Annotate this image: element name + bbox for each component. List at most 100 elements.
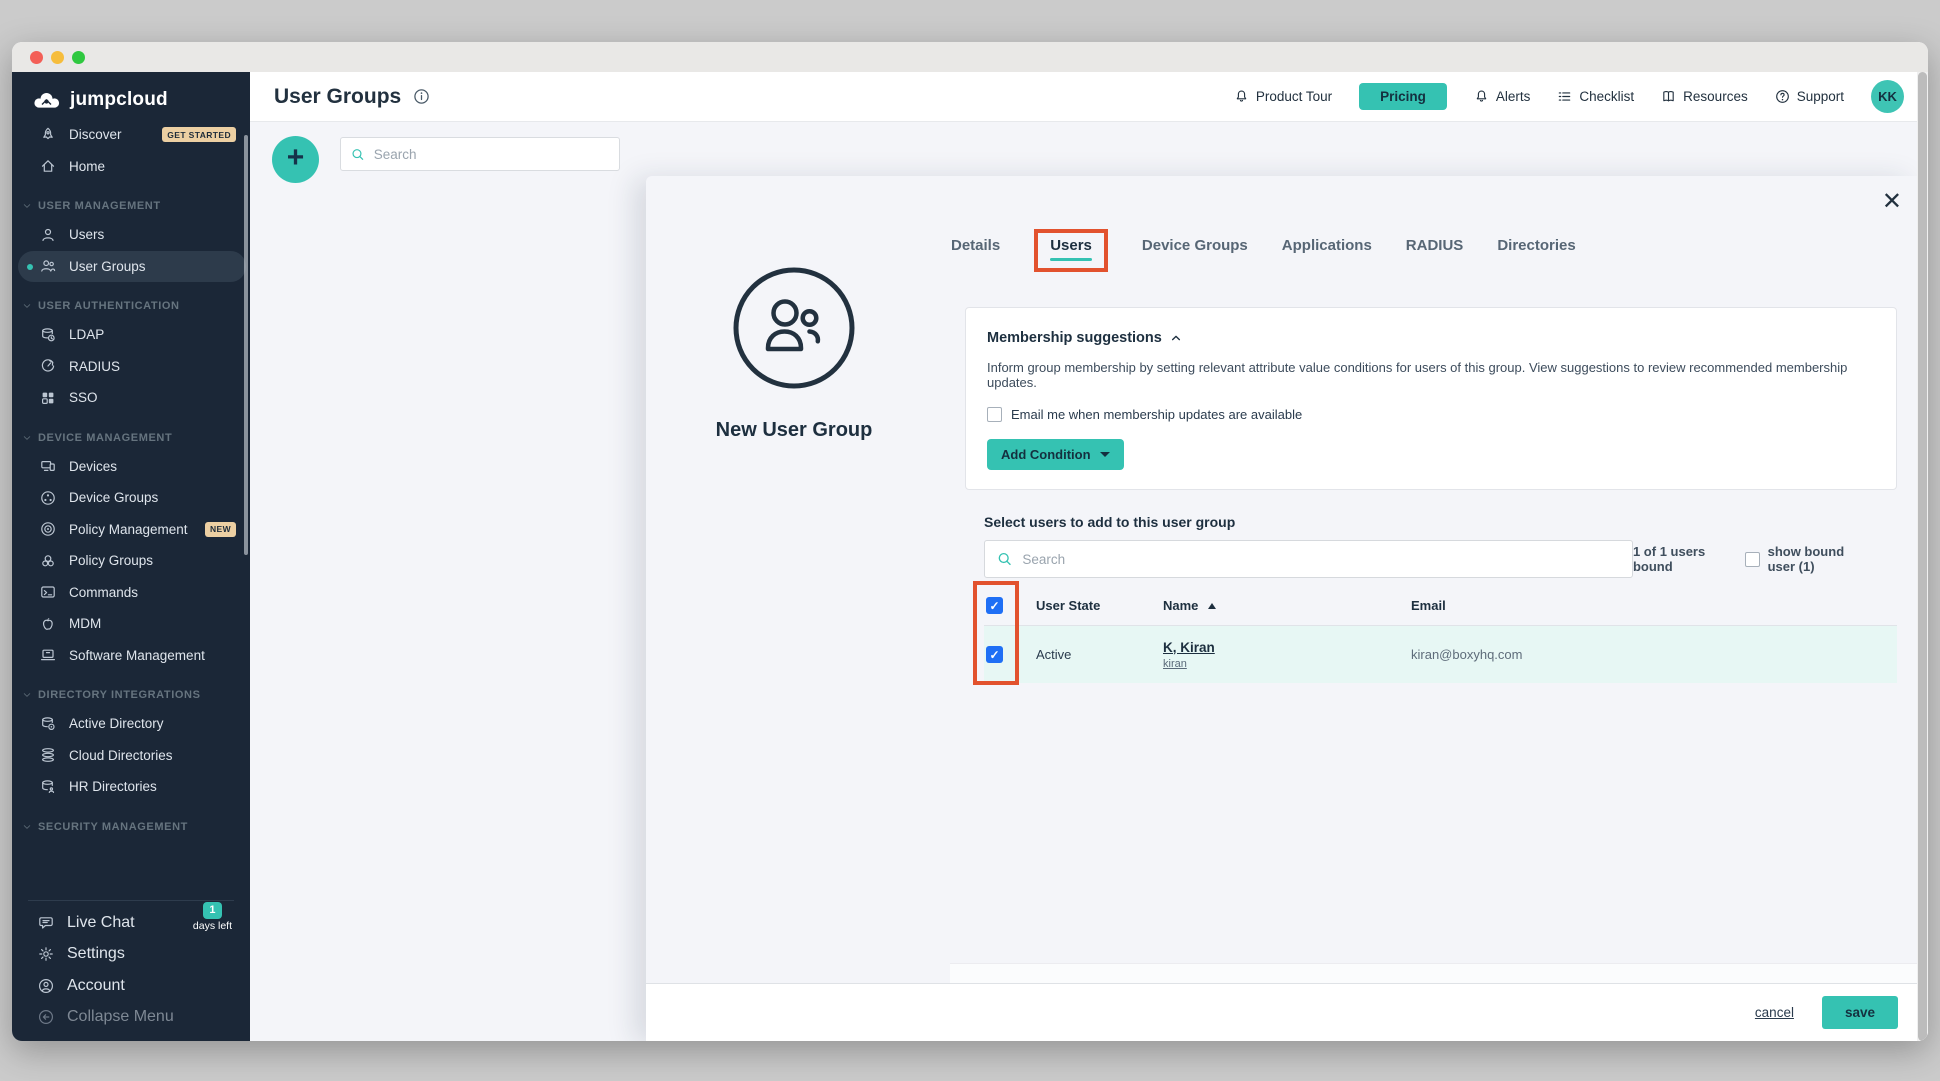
sidebar-item-mdm[interactable]: MDM <box>18 608 246 640</box>
chevron-up-icon <box>1170 332 1182 344</box>
sidebar-item-users[interactable]: Users <box>18 219 246 251</box>
sidebar-bottom: Live Chat1days leftSettingsAccountCollap… <box>16 894 246 1033</box>
sidebar-item-ldap[interactable]: LDAP <box>18 319 246 351</box>
close-icon[interactable]: ✕ <box>1882 190 1902 214</box>
user-group-icon <box>731 265 857 391</box>
email-updates-checkbox[interactable] <box>987 407 1002 422</box>
support-button[interactable]: Support <box>1775 89 1844 104</box>
sidebar-item-label: Policy Management <box>69 522 188 537</box>
tab-device-groups[interactable]: Device Groups <box>1142 229 1248 254</box>
row-checkbox[interactable]: ✓ <box>986 646 1003 663</box>
sidebar-item-active-directory[interactable]: Active Directory <box>18 708 246 740</box>
sidebar-section-device-management[interactable]: DEVICE MANAGEMENT <box>18 428 246 448</box>
table-row[interactable]: ✓ActiveK, Kirankirankiran@boxyhq.com <box>984 626 1897 683</box>
cancel-button[interactable]: cancel <box>1755 1005 1794 1020</box>
sidebar-item-policy-management[interactable]: Policy ManagementNEW <box>18 514 246 546</box>
active-directory-icon <box>40 716 56 732</box>
pricing-button[interactable]: Pricing <box>1359 83 1447 110</box>
sidebar-item-collapse-menu[interactable]: Collapse Menu <box>16 1002 246 1034</box>
tab-radius[interactable]: RADIUS <box>1406 229 1464 254</box>
user-name-link[interactable]: K, Kiran <box>1163 640 1215 655</box>
add-condition-button[interactable]: Add Condition <box>987 439 1124 470</box>
sidebar-item-home[interactable]: Home <box>18 151 246 183</box>
zoom-window-icon[interactable] <box>72 51 85 64</box>
column-header-user-state[interactable]: User State <box>1036 598 1163 613</box>
add-condition-label: Add Condition <box>1001 447 1091 462</box>
tab-applications[interactable]: Applications <box>1282 229 1372 254</box>
sidebar-item-user-groups[interactable]: User Groups <box>18 251 246 283</box>
screen: jumpcloud DiscoverGET STARTEDHome USER MA… <box>0 0 1940 1081</box>
sidebar-item-cloud-directories[interactable]: Cloud Directories <box>18 740 246 772</box>
sidebar-item-radius[interactable]: RADIUS <box>18 351 246 383</box>
product-tour-button[interactable]: Product Tour <box>1234 89 1332 104</box>
tab-directories[interactable]: Directories <box>1497 229 1575 254</box>
devices-icon <box>40 458 56 474</box>
device-groups-icon <box>40 490 56 506</box>
chat-icon <box>38 915 54 931</box>
sidebar-item-label: Software Management <box>69 648 205 663</box>
sidebar-item-account[interactable]: Account <box>16 970 246 1002</box>
discover-icon <box>40 127 56 143</box>
sidebar-item-sso[interactable]: SSO <box>18 382 246 414</box>
column-header-email[interactable]: Email <box>1411 598 1897 613</box>
close-window-icon[interactable] <box>30 51 43 64</box>
sidebar-item-device-groups[interactable]: Device Groups <box>18 482 246 514</box>
resources-button[interactable]: Resources <box>1661 89 1748 104</box>
gear-icon <box>38 946 54 962</box>
page-title: User Groups <box>274 85 401 109</box>
chevron-down-icon <box>22 301 32 311</box>
sidebar-item-label: User Groups <box>69 259 146 274</box>
membership-suggestions-toggle[interactable]: Membership suggestions <box>987 330 1875 346</box>
policy-groups-icon <box>40 553 56 569</box>
alerts-label: Alerts <box>1496 89 1531 104</box>
new-user-group-panel: ✕ New User Group DetailsUsersDe <box>646 176 1918 1041</box>
sidebar-section-security-management[interactable]: SECURITY MANAGEMENT <box>18 817 246 837</box>
save-button[interactable]: save <box>1822 996 1898 1029</box>
sidebar-scrollbar[interactable] <box>244 135 248 555</box>
support-label: Support <box>1797 89 1844 104</box>
sidebar-item-label: SSO <box>69 390 98 405</box>
alerts-button[interactable]: Alerts <box>1474 89 1531 104</box>
sidebar-item-devices[interactable]: Devices <box>18 451 246 483</box>
panel-content-bottom <box>950 963 1918 983</box>
tab-details[interactable]: Details <box>951 229 1000 254</box>
panel-footer: cancel save <box>646 983 1918 1041</box>
page-scrollbar[interactable] <box>1917 72 1928 1041</box>
chevron-down-icon <box>22 201 32 211</box>
sidebar-item-label: HR Directories <box>69 779 157 794</box>
user-avatar[interactable]: KK <box>1871 80 1904 113</box>
sidebar-item-settings[interactable]: Settings <box>16 939 246 971</box>
users-search-input[interactable] <box>1022 552 1620 567</box>
sidebar-item-policy-groups[interactable]: Policy Groups <box>18 545 246 577</box>
sidebar-section-directory-integrations[interactable]: DIRECTORY INTEGRATIONS <box>18 685 246 705</box>
scrollbar-thumb[interactable] <box>1918 72 1927 1041</box>
column-header-name[interactable]: Name <box>1163 598 1411 613</box>
users-search-box <box>984 540 1633 578</box>
sidebar-item-discover[interactable]: DiscoverGET STARTED <box>18 119 246 151</box>
info-icon[interactable] <box>413 88 430 105</box>
row-checkbox[interactable]: ✓ <box>986 597 1003 614</box>
add-user-group-button[interactable]: + <box>272 136 319 183</box>
page-search-input[interactable] <box>374 147 609 162</box>
user-groups-icon <box>40 258 56 274</box>
sidebar: jumpcloud DiscoverGET STARTEDHome USER MA… <box>12 72 250 1041</box>
minimize-window-icon[interactable] <box>51 51 64 64</box>
jumpcloud-logo[interactable]: jumpcloud <box>12 72 250 115</box>
sidebar-item-commands[interactable]: Commands <box>18 577 246 609</box>
sidebar-item-label: Cloud Directories <box>69 748 173 763</box>
show-bound-user-toggle[interactable]: show bound user (1) <box>1745 544 1861 574</box>
tab-users[interactable]: Users <box>1050 237 1092 261</box>
show-bound-user-checkbox[interactable] <box>1745 552 1760 567</box>
sidebar-nav: DiscoverGET STARTEDHome USER MANAGEMENT Us… <box>12 115 250 837</box>
sidebar-item-label: Discover <box>69 127 122 142</box>
jumpcloud-cloud-icon <box>32 90 62 110</box>
checklist-button[interactable]: Checklist <box>1557 89 1634 104</box>
sidebar-item-hr-directories[interactable]: HR Directories <box>18 771 246 803</box>
membership-description: Inform group membership by setting relev… <box>987 360 1875 390</box>
sso-icon <box>40 390 56 406</box>
sidebar-item-software-management[interactable]: Software Management <box>18 640 246 672</box>
sidebar-section-user-authentication[interactable]: USER AUTHENTICATION <box>18 296 246 316</box>
sidebar-section-user-management[interactable]: USER MANAGEMENT <box>18 196 246 216</box>
sidebar-item-label: Commands <box>69 585 138 600</box>
sidebar-item-live-chat[interactable]: Live Chat1days left <box>16 907 246 939</box>
